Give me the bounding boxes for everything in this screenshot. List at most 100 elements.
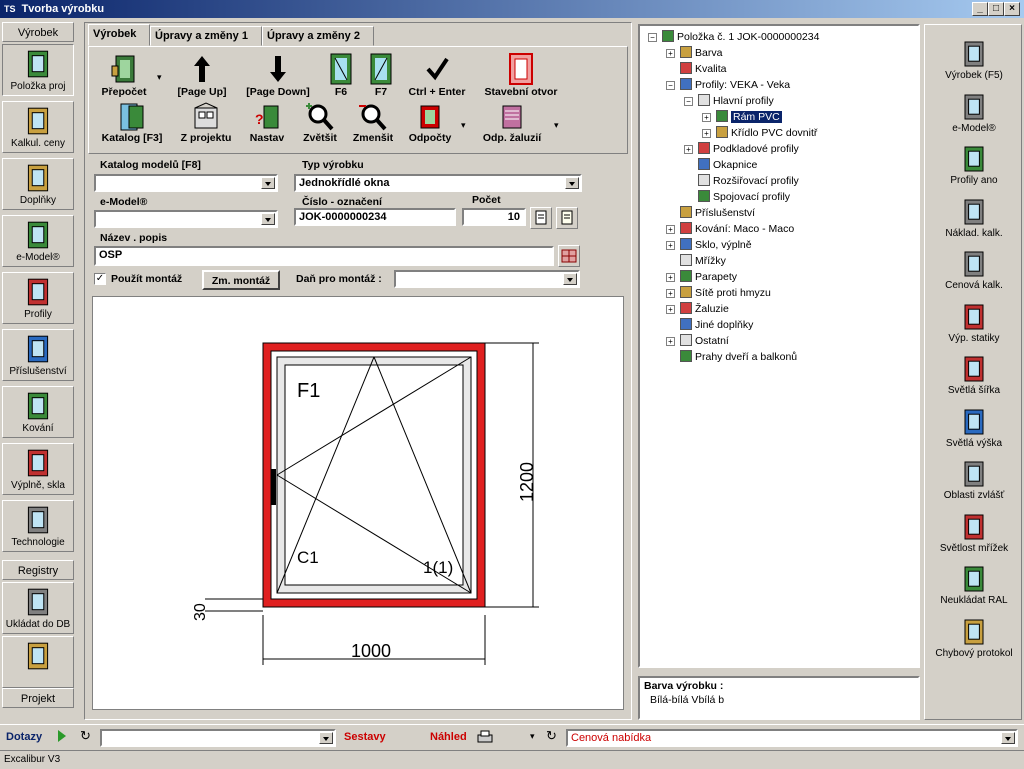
deductions-button[interactable]: Odpočty [402, 102, 458, 144]
expand-icon[interactable]: + [666, 289, 675, 298]
ctrl-enter-button[interactable]: Ctrl + Enter [404, 52, 470, 98]
right-item-7[interactable]: Světlá výška [925, 407, 1023, 449]
collapse-icon[interactable]: − [666, 81, 675, 90]
right-item-6[interactable]: Světlá šířka [925, 354, 1023, 396]
chevron-down-icon[interactable] [319, 732, 333, 744]
tab-changes-2[interactable]: Úpravy a změny 2 [262, 26, 374, 46]
catalog-button[interactable]: Katalog [F3] [96, 102, 168, 144]
set-button[interactable]: ? Nastav [244, 102, 290, 144]
product-tree[interactable]: − Položka č. 1 JOK-0000000234 + Barva Kvalit… [638, 24, 920, 668]
sidebar-item-3[interactable]: e-Model® [2, 215, 74, 267]
sidebar-item-6[interactable]: Kování [2, 386, 74, 438]
tree-node[interactable]: Prahy dveří a balkonů [680, 350, 797, 364]
collapse-icon[interactable]: − [684, 97, 693, 106]
expand-icon[interactable]: + [666, 49, 675, 58]
tree-node[interactable]: Mřížky [680, 254, 726, 268]
catalog-select[interactable] [94, 174, 278, 192]
sidebar-header-registry[interactable]: Registry [2, 560, 74, 580]
tax-select[interactable] [394, 270, 580, 288]
tree-node[interactable]: Kování: Maco - Maco [680, 222, 794, 236]
queries-select[interactable] [100, 729, 336, 747]
printer-icon[interactable] [476, 729, 494, 745]
sidebar-item-1[interactable]: Kalkul. ceny [2, 101, 74, 153]
right-item-1[interactable]: e-Model® [925, 92, 1023, 134]
sidebar-header-product[interactable]: Výrobek [2, 22, 74, 42]
right-item-9[interactable]: Světlost mřížek [925, 512, 1023, 554]
tree-node[interactable]: Křídlo PVC dovnitř [716, 126, 817, 140]
tree-node[interactable]: Profily: VEKA - Veka [680, 78, 790, 92]
right-item-4[interactable]: Cenová kalk. [925, 249, 1023, 291]
number-field[interactable]: JOK-0000000234 [294, 208, 456, 226]
report-select[interactable]: Cenová nabídka [566, 729, 1018, 747]
refresh-reports-icon[interactable]: ↻ [546, 728, 557, 744]
expand-icon[interactable]: + [666, 273, 675, 282]
copy-button[interactable] [530, 207, 552, 229]
chevron-down-icon[interactable] [565, 177, 579, 189]
count-field[interactable]: 10 [462, 208, 526, 226]
deductions-dropdown-icon[interactable]: ▾ [461, 120, 466, 131]
name-field[interactable]: OSP [94, 246, 554, 266]
expand-icon[interactable]: + [666, 225, 675, 234]
paste-button[interactable] [556, 207, 578, 229]
right-item-3[interactable]: Náklad. kalk. [925, 197, 1023, 239]
preview-dropdown-icon[interactable]: ▾ [530, 731, 535, 742]
close-button[interactable]: × [1004, 2, 1020, 16]
sidebar-item-8[interactable]: Technologie [2, 500, 74, 552]
tree-node[interactable]: Položka č. 1 JOK-0000000234 [662, 30, 819, 44]
zoom-out-button[interactable]: Zmenšit [348, 102, 398, 144]
sidebar-item-2[interactable]: Doplňky [2, 158, 74, 210]
preview-label[interactable]: Náhled [430, 731, 467, 743]
sidebar-item-0[interactable]: Položka proj [2, 44, 74, 96]
tab-changes-1[interactable]: Úpravy a změny 1 [150, 26, 262, 46]
tree-node[interactable]: Okapnice [698, 158, 757, 172]
f6-button[interactable]: F6 [324, 52, 358, 98]
expand-icon[interactable]: + [702, 129, 711, 138]
building-opening-button[interactable]: Stavební otvor [477, 52, 565, 98]
tree-node[interactable]: Sítě proti hmyzu [680, 286, 771, 300]
tree-node[interactable]: Žaluzie [680, 302, 729, 316]
collapse-icon[interactable]: − [648, 33, 657, 42]
tab-product[interactable]: Výrobek [88, 24, 150, 46]
recalc-dropdown-icon[interactable]: ▾ [157, 72, 162, 83]
tree-node[interactable]: Rám PVC [716, 110, 782, 124]
tree-node[interactable]: Kvalita [680, 62, 727, 76]
tree-node[interactable]: Barva [680, 46, 722, 60]
expand-icon[interactable]: + [684, 145, 693, 154]
page-up-button[interactable]: [Page Up] [168, 52, 236, 98]
right-item-0[interactable]: Výrobek (F5) [925, 39, 1023, 81]
right-item-11[interactable]: Chybový protokol [925, 617, 1023, 659]
drawing-canvas[interactable]: F1 C1 1(1) 1200 1000 30 [92, 296, 624, 710]
chevron-down-icon[interactable] [563, 273, 577, 285]
reports-label[interactable]: Sestavy [344, 731, 386, 743]
f7-button[interactable]: F7 [364, 52, 398, 98]
chevron-down-icon[interactable] [261, 213, 275, 225]
sidebar-item-7[interactable]: Výplně, skla [2, 443, 74, 495]
expand-icon[interactable]: + [666, 241, 675, 250]
right-item-5[interactable]: Výp. statiky [925, 302, 1023, 344]
name-picker-button[interactable] [558, 245, 580, 267]
sidebar-header-project[interactable]: Projekt [2, 688, 74, 708]
right-item-2[interactable]: Profily ano [925, 144, 1023, 186]
emodel-select[interactable] [94, 210, 278, 228]
sidebar-item-4[interactable]: Profily [2, 272, 74, 324]
expand-icon[interactable]: + [702, 113, 711, 122]
chevron-down-icon[interactable] [1001, 732, 1015, 744]
run-query-icon[interactable] [58, 730, 66, 742]
minimize-button[interactable]: _ [972, 2, 988, 16]
page-down-button[interactable]: [Page Down] [240, 52, 316, 98]
tree-node[interactable]: Rozšiřovací profily [698, 174, 799, 188]
refresh-icon[interactable]: ↻ [80, 728, 91, 744]
tree-node[interactable]: Jiné doplňky [680, 318, 753, 332]
tree-node[interactable]: Parapety [680, 270, 737, 284]
sidebar-item-5[interactable]: Příslušenství [2, 329, 74, 381]
zoom-in-button[interactable]: Zvětšit [296, 102, 344, 144]
change-mount-button[interactable]: Zm. montáž [202, 270, 280, 290]
blinds-deduction-button[interactable]: Odp. žaluzií [474, 102, 550, 144]
right-item-8[interactable]: Oblasti zvlášť [925, 459, 1023, 501]
tree-node[interactable]: Hlavní profily [698, 94, 774, 108]
from-project-button[interactable]: Z projektu [174, 102, 238, 144]
expand-icon[interactable]: + [666, 305, 675, 314]
recalc-button[interactable]: Přepočet [94, 52, 154, 98]
registry-item-0[interactable]: Ukládat do DB [2, 582, 74, 634]
use-mount-checkbox[interactable]: ✓ [94, 273, 106, 285]
